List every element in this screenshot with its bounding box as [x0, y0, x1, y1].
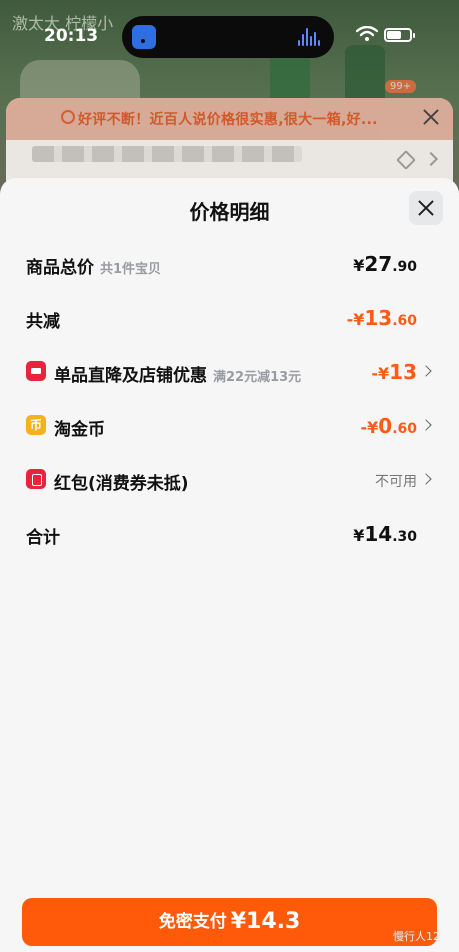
row-label: 单品直降及店铺优惠 满22元减13元 — [54, 366, 302, 386]
chevron-right-icon[interactable] — [423, 151, 439, 167]
tip-banner: 好评不断！近百人说价格很实惠,很大一箱,好... — [6, 98, 453, 140]
row-label: 商品总价 共1件宝贝 — [26, 258, 162, 278]
row-store-discount[interactable]: 单品直降及店铺优惠 满22元减13元 -¥13 — [0, 352, 459, 392]
chevron-right-icon — [420, 365, 432, 377]
row-label: 淘金币 — [54, 420, 105, 440]
row-total-goods: 商品总价 共1件宝贝 ¥27.90 — [0, 244, 459, 284]
status-bar: 20:13 — [0, 0, 459, 70]
sheet-title: 价格明细 — [189, 200, 270, 224]
edit-icon[interactable] — [396, 150, 416, 170]
row-amount: ¥27.90 — [353, 252, 417, 276]
chevron-right-icon — [420, 419, 432, 431]
close-icon[interactable] — [420, 106, 442, 128]
background-cart-badge: 99+ — [385, 80, 417, 93]
status-time: 20:13 — [44, 26, 99, 46]
row-amount: ¥14.30 — [353, 522, 417, 546]
battery-icon — [384, 28, 415, 42]
watermark: 慢行人12 — [393, 930, 440, 943]
row-red-packet[interactable]: 红包(消费券未抵) 不可用 — [0, 460, 459, 500]
row-amount: -¥0.60 — [360, 414, 417, 438]
pay-button-amount: ¥14.3 — [230, 909, 301, 934]
address-blurred — [32, 146, 302, 162]
chevron-right-icon — [420, 473, 432, 485]
row-sublabel: 共1件宝贝 — [100, 262, 162, 277]
row-amount: -¥13.60 — [346, 306, 417, 330]
row-total-discount: 共减 -¥13.60 — [0, 298, 459, 338]
row-label: 共减 — [26, 312, 60, 332]
row-taojinbi[interactable]: 币 淘金币 -¥0.60 — [0, 406, 459, 446]
pay-button[interactable]: 免密支付 ¥14.3 — [22, 898, 437, 946]
message-icon — [61, 110, 75, 124]
price-detail-sheet: 价格明细 商品总价 共1件宝贝 ¥27.90 共减 -¥13.60 单品直降及店铺… — [0, 178, 459, 952]
wifi-icon — [356, 26, 378, 41]
row-label: 合计 — [26, 528, 60, 548]
row-label: 红包(消费券未抵) — [54, 474, 189, 494]
row-status: 不可用 — [375, 474, 417, 490]
red-packet-icon — [26, 469, 46, 489]
pay-button-label: 免密支付 — [158, 912, 227, 932]
app-icon — [132, 25, 156, 49]
row-amount: -¥13 — [371, 360, 417, 384]
close-button[interactable] — [409, 191, 443, 225]
row-grand-total: 合计 ¥14.30 — [0, 514, 459, 554]
audio-wave-icon — [298, 28, 322, 46]
row-sublabel: 满22元减13元 — [213, 370, 302, 385]
dynamic-island[interactable] — [122, 16, 334, 58]
coin-icon: 币 — [26, 415, 46, 435]
store-discount-icon — [26, 361, 46, 381]
tip-text: 好评不断！近百人说价格很实惠,很大一箱,好... — [78, 112, 378, 128]
